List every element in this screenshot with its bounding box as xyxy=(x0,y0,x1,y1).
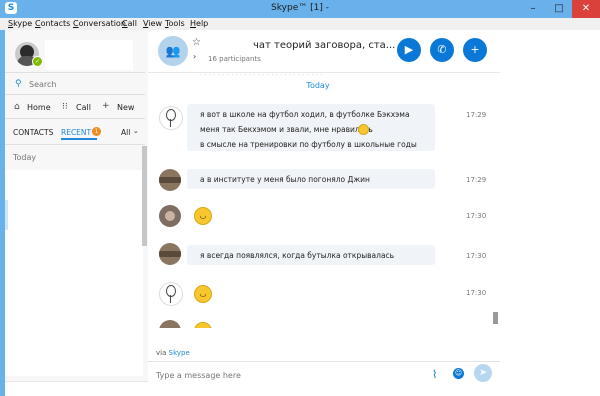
recent-count-badge: 1 xyxy=(92,127,101,136)
selected-item-marker xyxy=(5,200,8,230)
sender-avatar[interactable] xyxy=(159,169,181,191)
dialpad-icon: ⁝⁝ xyxy=(62,102,68,112)
tab-contacts[interactable]: CONTACTS xyxy=(13,128,53,137)
menu-call[interactable]: Call xyxy=(122,19,137,28)
participants-count[interactable]: 16 participants xyxy=(208,55,261,63)
via-label: via Skype xyxy=(156,349,190,357)
conversation-today-label: Today xyxy=(306,81,330,90)
right-pane xyxy=(500,30,600,396)
sender-avatar[interactable] xyxy=(159,243,181,265)
grin-emoticon-icon xyxy=(358,124,369,135)
compose-divider xyxy=(148,361,500,362)
message-text: я всегда появлялся, когда бутылка открыв… xyxy=(200,251,395,260)
sender-avatar[interactable] xyxy=(159,205,181,227)
laugh-emoticon-icon: ◡ xyxy=(194,207,212,225)
sidebar-scrollbar[interactable] xyxy=(142,146,147,246)
maximize-button[interactable]: □ xyxy=(546,0,572,18)
menu-bar: Skype Contacts Conversation Call View To… xyxy=(0,18,600,30)
sender-avatar[interactable] xyxy=(159,282,183,306)
chevron-down-icon: ⌄ xyxy=(133,127,139,135)
menu-help[interactable]: Help xyxy=(190,19,208,28)
plus-icon: + xyxy=(102,101,110,111)
home-icon: ⌂ xyxy=(14,102,20,112)
conversation-title[interactable]: чат теорий заговора, ста... xyxy=(253,40,395,51)
recent-list-lower[interactable] xyxy=(5,266,143,376)
tab-recent[interactable]: RECENT xyxy=(61,128,91,137)
menu-view[interactable]: View xyxy=(143,19,162,28)
star-icon[interactable]: ☆ xyxy=(192,37,201,48)
message-time: 17:29 xyxy=(466,176,487,184)
recent-list[interactable] xyxy=(5,170,143,266)
sidebar: ✓ ⚲ Search ⌂ Home ⁝⁝ Call + New CONTACTS… xyxy=(5,30,149,396)
message-list[interactable]: я вот в школе на футбол ходил, в футболк… xyxy=(148,92,491,328)
menu-skype[interactable]: Skype xyxy=(8,19,32,28)
sidebar-bottom-item[interactable] xyxy=(5,381,148,396)
active-tab-indicator xyxy=(61,138,97,140)
home-button[interactable]: Home xyxy=(27,103,51,112)
sender-avatar[interactable] xyxy=(159,106,183,130)
emoticon-picker-icon[interactable]: ☺ xyxy=(453,368,464,379)
message-input[interactable] xyxy=(156,371,416,380)
message-time: 17:29 xyxy=(466,111,487,119)
close-button[interactable]: ✕ xyxy=(572,0,600,18)
menu-conversation[interactable]: Conversation xyxy=(73,19,126,28)
via-skype-link[interactable]: Skype xyxy=(169,349,190,357)
attachment-icon[interactable]: ⌇ xyxy=(432,368,437,381)
video-camera-icon: ▶ xyxy=(404,43,414,56)
message-time: 17:30 xyxy=(466,252,487,260)
voice-call-button[interactable]: ✆ xyxy=(430,38,454,62)
profile-name-box[interactable] xyxy=(45,40,133,70)
message-text: меня так Бекхэмом и звали, мне нравилось xyxy=(200,125,373,134)
menu-contacts[interactable]: Contacts xyxy=(35,19,70,28)
window-title: Skype™ [1] - xyxy=(271,3,329,13)
minimize-button[interactable]: – xyxy=(520,0,546,18)
laugh-emoticon-icon: ◡ xyxy=(194,285,212,303)
menu-tools[interactable]: Tools xyxy=(165,19,185,28)
message-text: в смысле на тренировки по футболу в школ… xyxy=(200,140,417,149)
send-arrow-icon: ➤ xyxy=(479,368,487,378)
add-people-button[interactable]: + xyxy=(463,38,487,62)
message-time: 17:30 xyxy=(466,212,487,220)
group-avatar-icon[interactable]: 👥 xyxy=(158,36,188,66)
video-call-button[interactable]: ▶ xyxy=(397,38,421,62)
presence-online-icon: ✓ xyxy=(32,56,43,67)
faded-previous-message: · · · · · · · · · · · · · · · · · · · · … xyxy=(200,73,323,79)
phone-icon: ✆ xyxy=(437,43,447,56)
sender-avatar[interactable] xyxy=(159,320,181,328)
message-time: 17:30 xyxy=(466,289,487,297)
search-icon: ⚲ xyxy=(15,79,22,89)
recent-today-label: Today xyxy=(13,153,37,162)
conversation-scrollbar[interactable] xyxy=(493,312,498,324)
message-text: я вот в школе на футбол ходил, в футболк… xyxy=(200,110,410,119)
add-person-icon: + xyxy=(470,43,480,56)
send-button[interactable]: ➤ xyxy=(474,364,492,382)
emoticon-icon xyxy=(194,322,212,328)
search-input[interactable]: Search xyxy=(29,80,56,89)
chevron-right-icon[interactable]: › xyxy=(193,52,196,61)
filter-dropdown[interactable]: All xyxy=(121,128,130,137)
message-text: а в институте у меня было погоняло Джин xyxy=(200,175,370,184)
call-button[interactable]: Call xyxy=(76,103,91,112)
new-button[interactable]: New xyxy=(117,103,134,112)
